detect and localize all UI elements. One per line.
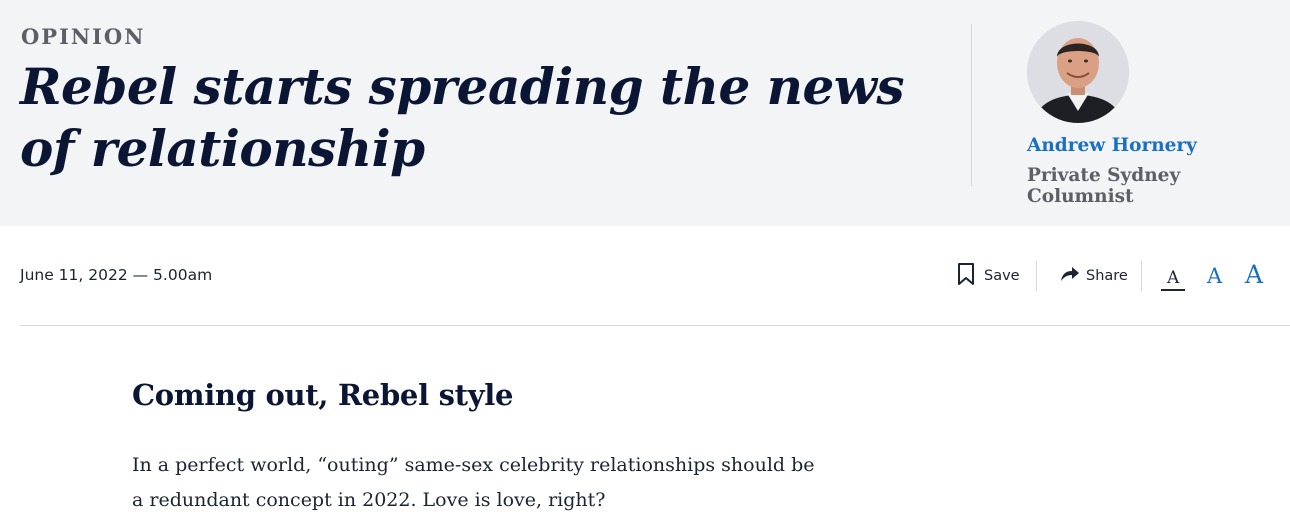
section-heading: Coming out, Rebel style [132,378,514,412]
toolbar-divider [1036,261,1037,291]
save-label: Save [984,268,1020,284]
toolbar-divider [1141,261,1142,291]
header-divider [971,24,972,186]
font-size-controls: A A A [1161,258,1271,294]
font-size-large-button[interactable]: A [1245,262,1263,287]
font-size-small-button[interactable]: A [1167,270,1179,287]
toolbar-rule [20,325,1290,326]
section-kicker: OPINION [21,24,146,49]
share-label: Share [1086,268,1128,284]
article-dateline: June 11, 2022 — 5.00am [20,266,213,284]
article-paragraph: In a perfect world, “outing” same-sex ce… [132,454,815,511]
font-size-medium-button[interactable]: A [1207,266,1222,287]
author-portrait-icon [1027,21,1129,123]
author-avatar[interactable] [1027,21,1129,123]
bookmark-icon [956,262,976,290]
share-arrow-icon [1060,265,1080,287]
author-name-link[interactable]: Andrew Hornery [1027,135,1197,156]
author-role: Private Sydney Columnist [1027,165,1181,207]
share-button[interactable]: Share [1060,262,1128,290]
save-button[interactable]: Save [956,262,1020,290]
article-headline: Rebel starts spreading the news of relat… [20,57,905,178]
font-size-selected-indicator [1161,289,1185,291]
article-header: OPINION Rebel starts spreading the news … [0,0,1290,226]
